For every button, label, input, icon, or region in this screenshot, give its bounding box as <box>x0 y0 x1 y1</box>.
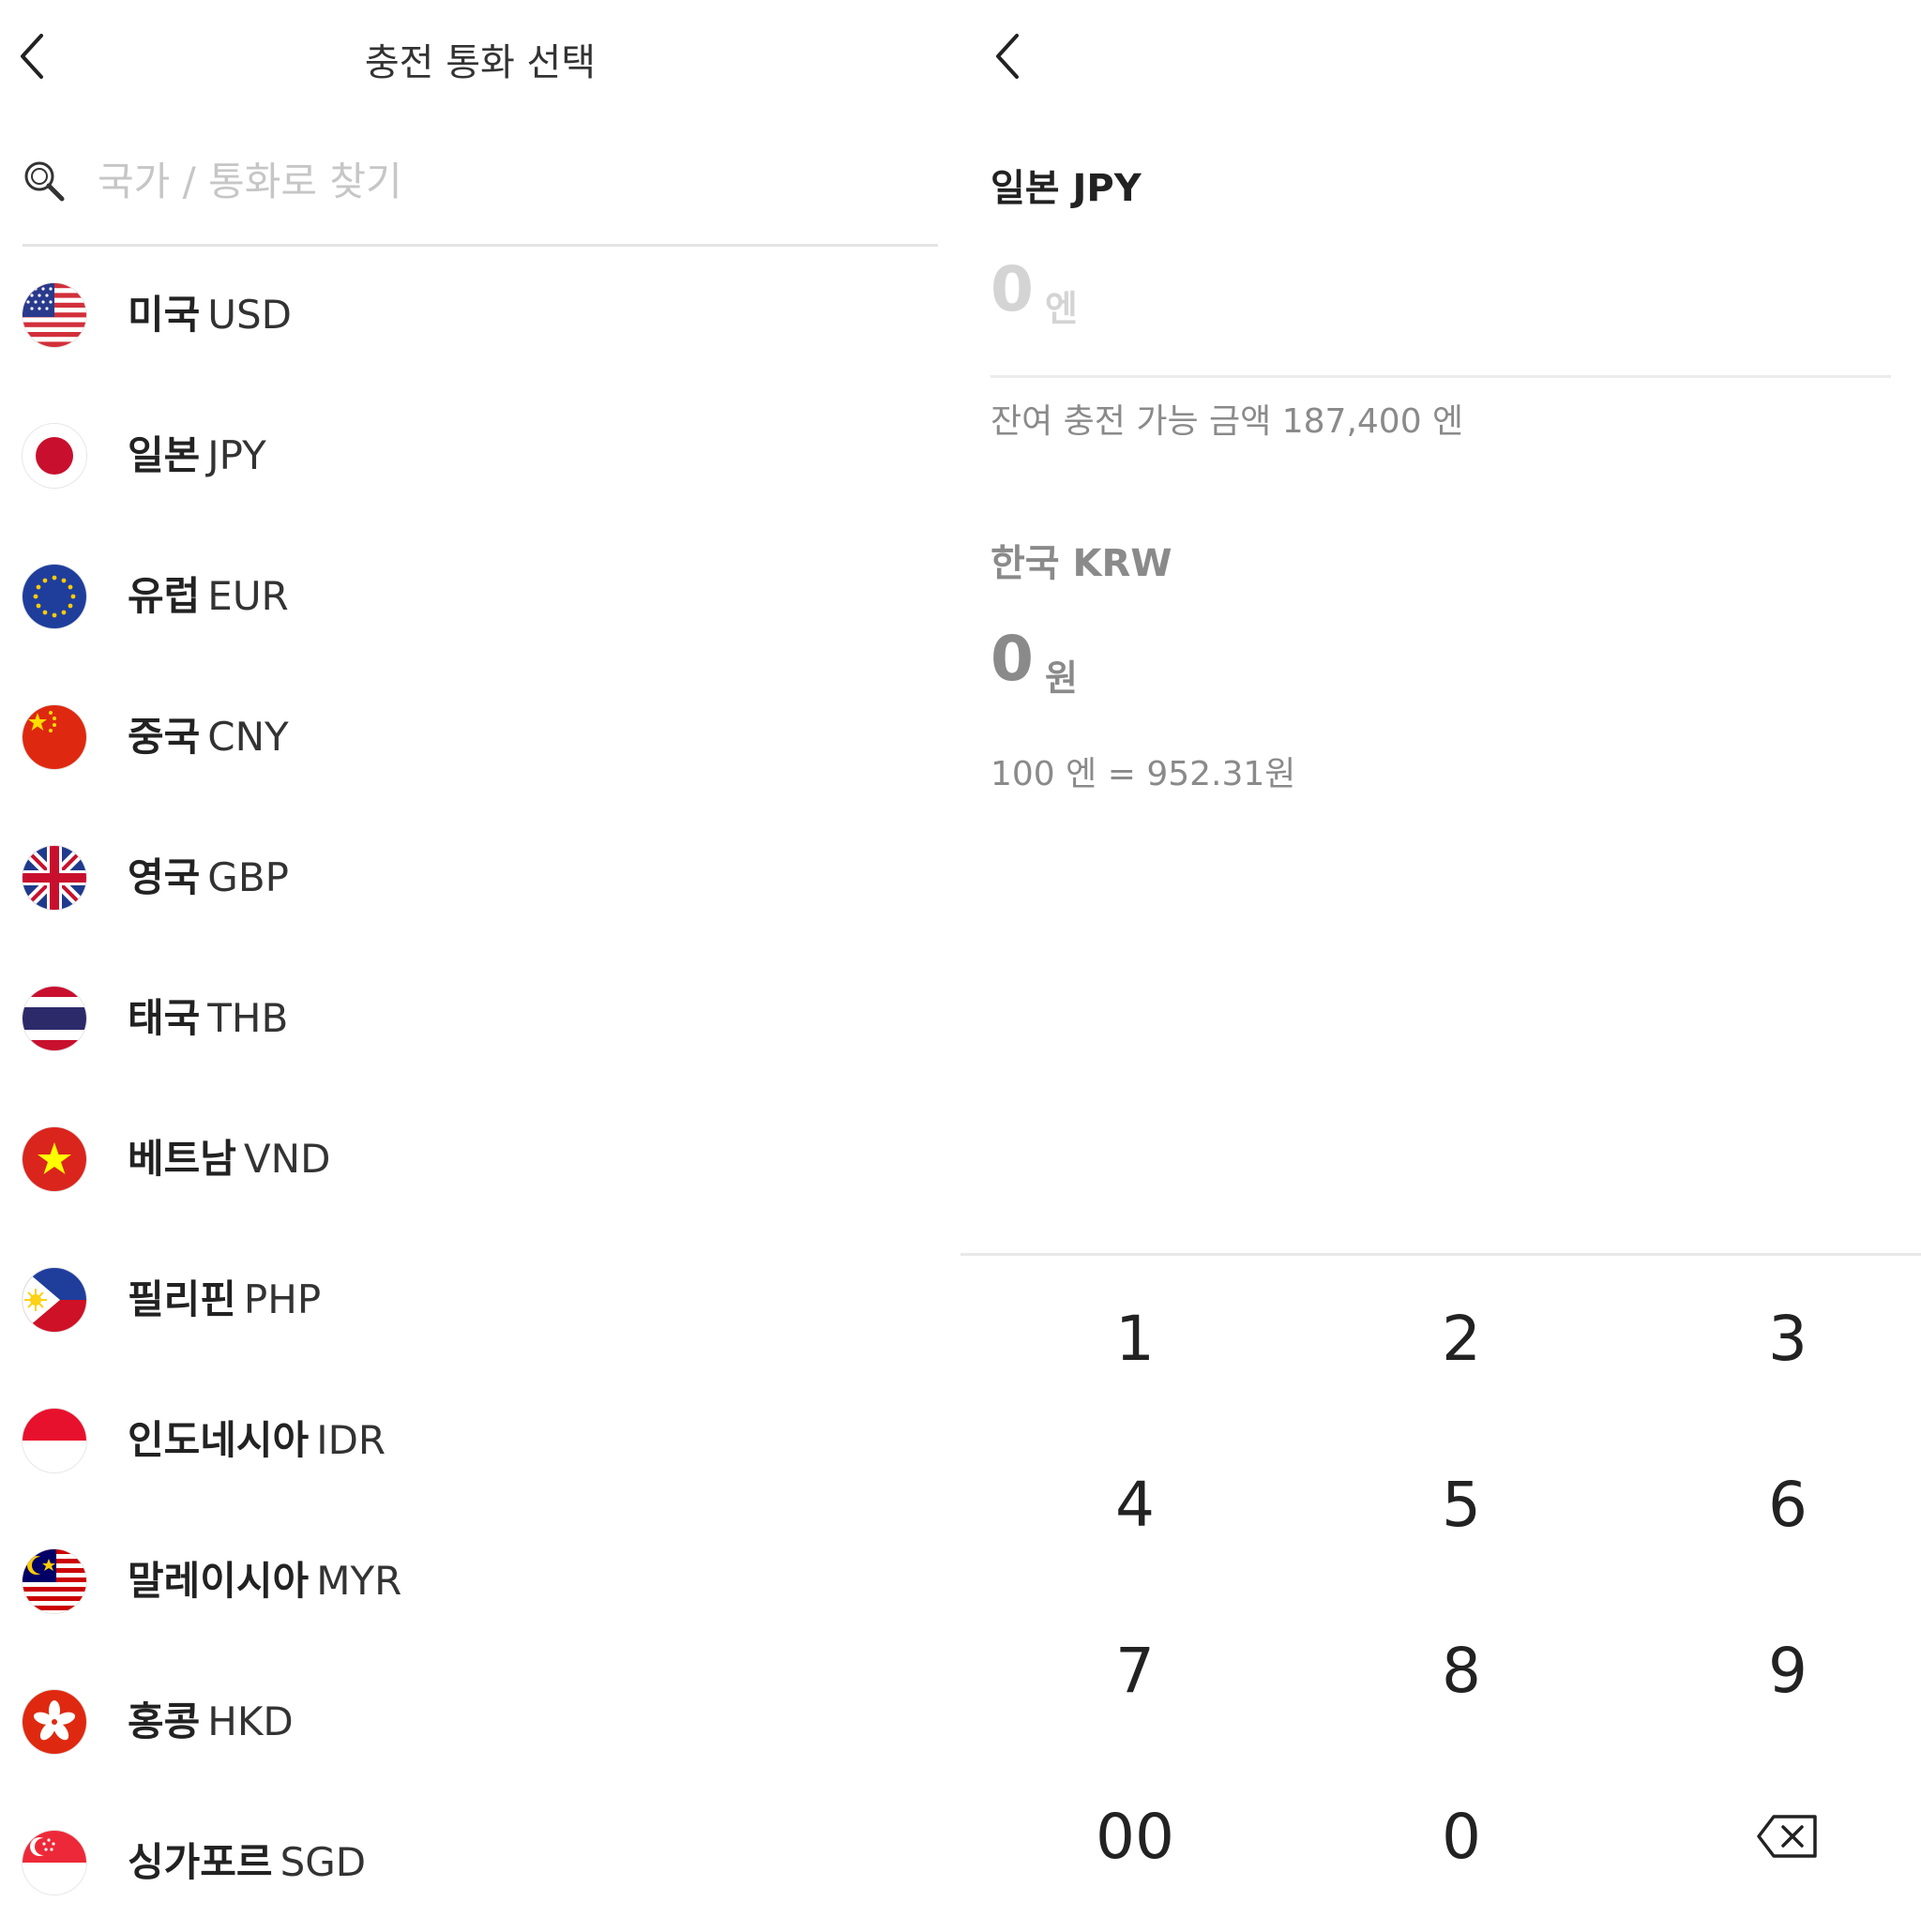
exchange-rate-text: 100 엔 = 952.31원 <box>991 755 1296 793</box>
currency-item-cny[interactable]: 중국 CNY <box>0 666 938 807</box>
currency-name: 미국 <box>128 292 201 338</box>
currency-code: HKD <box>207 1698 294 1744</box>
currency-item-vnd[interactable]: 베트남 VND <box>0 1088 938 1229</box>
number-keypad: 1 2 3 4 5 6 7 8 9 00 0 <box>960 1256 1921 1921</box>
chevron-left-icon <box>996 34 1019 79</box>
foreign-currency-title: 일본 JPY <box>991 167 1142 210</box>
currency-code: GBP <box>207 854 289 900</box>
jp-flag-icon <box>23 424 86 488</box>
us-flag-icon <box>23 283 86 347</box>
search-icon <box>24 161 65 202</box>
page-title: 충전 통화 선택 <box>364 41 597 84</box>
currency-code: VND <box>243 1136 331 1182</box>
currency-name: 태국 <box>128 995 201 1041</box>
currency-code: CNY <box>207 714 289 760</box>
currency-item-eur[interactable]: 유럽 EUR <box>0 525 938 666</box>
my-flag-icon <box>23 1549 86 1613</box>
currency-name: 영국 <box>128 854 201 900</box>
currency-item-thb[interactable]: 태국 THB <box>0 947 938 1088</box>
foreign-amount-value: 0 <box>991 253 1034 325</box>
foreign-amount-unit: 엔 <box>1045 288 1078 329</box>
currency-item-idr[interactable]: 인도네시아 IDR <box>0 1369 938 1510</box>
currency-name: 말레이시아 <box>128 1558 310 1604</box>
currency-name: 필리핀 <box>128 1276 236 1322</box>
key-6[interactable]: 6 <box>1628 1422 1921 1587</box>
key-8[interactable]: 8 <box>1302 1588 1621 1753</box>
currency-item-jpy[interactable]: 일본 JPY <box>0 385 938 525</box>
key-3[interactable]: 3 <box>1628 1256 1921 1421</box>
backspace-button[interactable] <box>1628 1754 1921 1919</box>
th-flag-icon <box>23 987 86 1050</box>
key-5[interactable]: 5 <box>1302 1422 1621 1587</box>
currency-code: JPY <box>207 432 266 478</box>
currency-code: PHP <box>243 1276 322 1322</box>
krw-title: 한국 KRW <box>991 542 1172 585</box>
currency-select-screen: 충전 통화 선택 국가 / 통화로 찾기 미국 USD 일본 JPY 유럽 EU… <box>0 0 960 1921</box>
currency-code: SGD <box>280 1839 367 1885</box>
back-button[interactable] <box>987 28 1034 84</box>
currency-code: MYR <box>316 1558 402 1604</box>
hk-flag-icon <box>23 1690 86 1754</box>
search-bar <box>23 141 938 247</box>
currency-item-usd[interactable]: 미국 USD <box>0 244 938 385</box>
currency-item-sgd[interactable]: 싱가포르 SGD <box>0 1791 938 1932</box>
charge-amount-screen: 일본 JPY 0 엔 잔여 충전 가능 금액 187,400 엔 한국 KRW … <box>960 0 1921 1921</box>
key-1[interactable]: 1 <box>976 1256 1294 1421</box>
krw-amount-value: 0 <box>991 623 1034 695</box>
currency-code: IDR <box>316 1417 386 1463</box>
key-2[interactable]: 2 <box>1302 1256 1621 1421</box>
currency-name: 일본 <box>128 432 201 478</box>
gb-flag-icon <box>23 846 86 910</box>
sg-flag-icon <box>23 1831 86 1894</box>
krw-amount-unit: 원 <box>1045 657 1078 699</box>
key-9[interactable]: 9 <box>1628 1588 1921 1753</box>
id-flag-icon <box>23 1409 86 1472</box>
key-00[interactable]: 00 <box>976 1754 1294 1919</box>
key-4[interactable]: 4 <box>976 1422 1294 1587</box>
currency-name: 베트남 <box>128 1136 236 1182</box>
currency-code: EUR <box>207 573 289 619</box>
ph-flag-icon <box>23 1268 86 1332</box>
currency-code: THB <box>207 995 289 1041</box>
currency-code: USD <box>207 292 293 338</box>
currency-item-php[interactable]: 필리핀 PHP <box>0 1229 938 1369</box>
currency-name: 싱가포르 <box>128 1839 273 1885</box>
currency-name: 유럽 <box>128 573 201 619</box>
currency-item-gbp[interactable]: 영국 GBP <box>0 807 938 947</box>
key-7[interactable]: 7 <box>976 1588 1294 1753</box>
currency-name: 인도네시아 <box>128 1417 310 1463</box>
foreign-amount-field[interactable]: 0 엔 <box>991 253 1891 378</box>
currency-name: 중국 <box>128 714 201 760</box>
search-input[interactable] <box>96 152 925 210</box>
backspace-icon <box>1757 1815 1817 1858</box>
currency-name: 홍콩 <box>128 1698 201 1744</box>
eu-flag-icon <box>23 565 86 628</box>
cn-flag-icon <box>23 705 86 769</box>
currency-item-myr[interactable]: 말레이시아 MYR <box>0 1510 938 1651</box>
key-0[interactable]: 0 <box>1302 1754 1621 1919</box>
remaining-limit-text: 잔여 충전 가능 금액 187,400 엔 <box>991 402 1464 441</box>
vn-flag-icon <box>23 1127 86 1191</box>
currency-item-hkd[interactable]: 홍콩 HKD <box>0 1651 938 1791</box>
